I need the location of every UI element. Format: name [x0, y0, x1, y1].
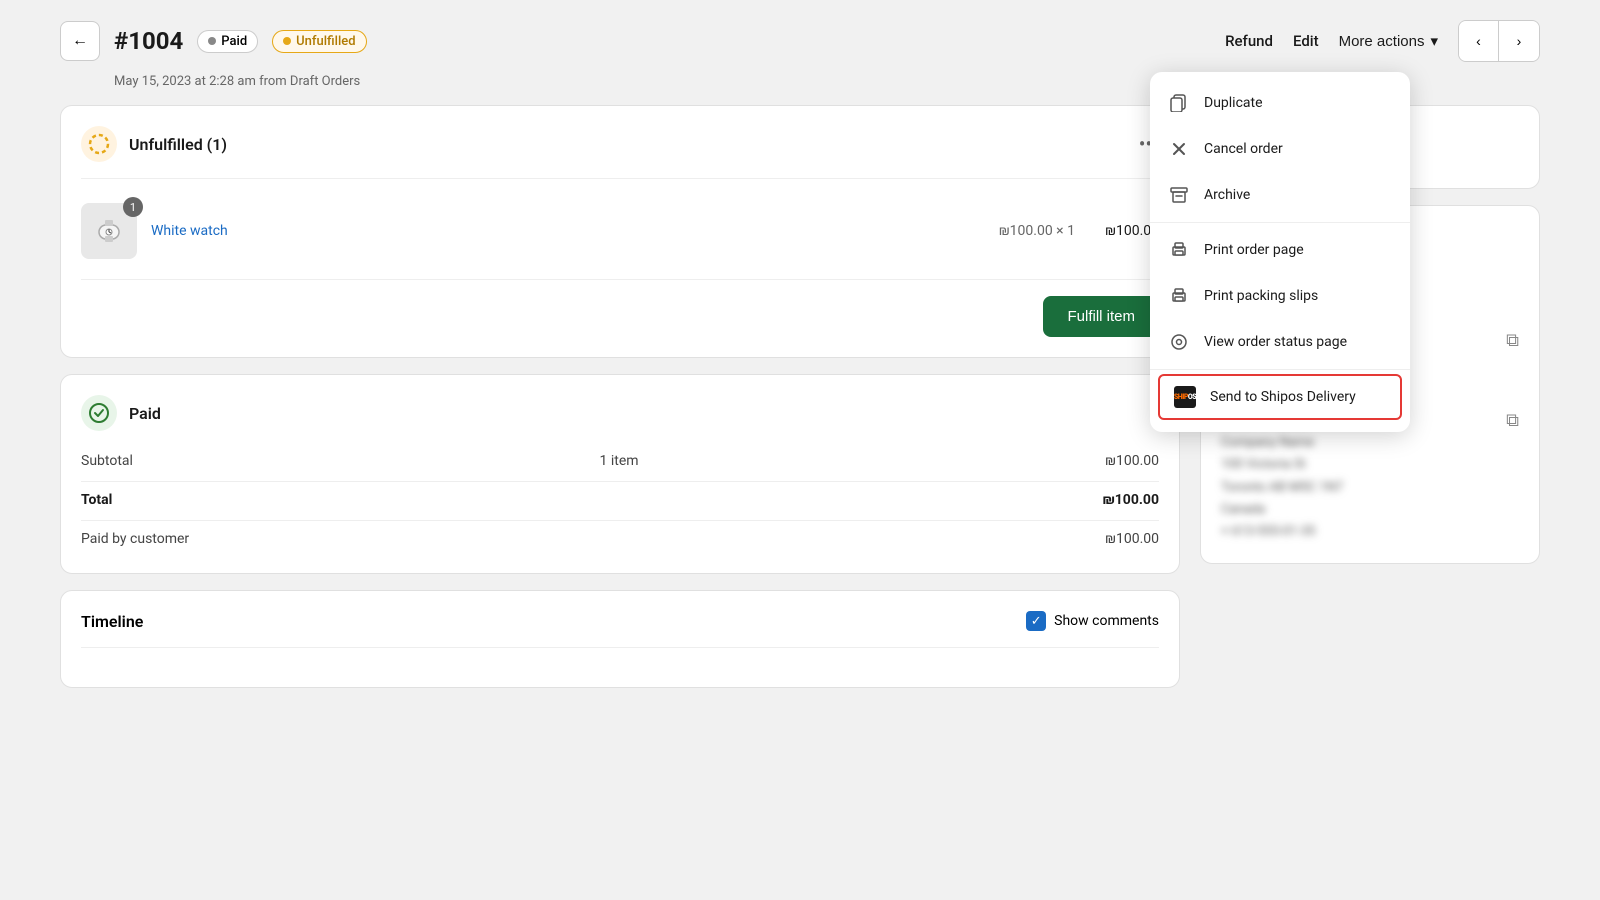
- shipping-line2: Company Name: [1221, 432, 1343, 454]
- unfulfilled-badge: Unfulfilled: [272, 30, 366, 53]
- next-order-button[interactable]: ›: [1499, 21, 1539, 61]
- prev-order-button[interactable]: ‹: [1459, 21, 1499, 61]
- product-total: ₪100.00: [1089, 223, 1159, 239]
- shipping-line5: Canada: [1221, 499, 1343, 521]
- unfulfilled-dot: [283, 37, 291, 45]
- archive-label: Archive: [1204, 187, 1250, 203]
- cancel-order-action[interactable]: Cancel order: [1150, 126, 1410, 172]
- show-comments-label: Show comments: [1054, 613, 1159, 629]
- shipos-logo-icon: SHIPOS: [1174, 386, 1196, 408]
- unfulfilled-icon: [81, 126, 117, 162]
- print-order-label: Print order page: [1204, 242, 1304, 258]
- shipos-delivery-action[interactable]: SHIPOS Send to Shipos Delivery: [1158, 374, 1402, 420]
- edit-button[interactable]: Edit: [1293, 32, 1319, 50]
- back-button[interactable]: ←: [60, 21, 100, 61]
- show-comments-toggle[interactable]: ✓ Show comments: [1026, 611, 1159, 631]
- paid-title: Paid: [129, 404, 161, 423]
- payment-details: Subtotal 1 item ₪100.00 Total ₪100.00 Pa…: [81, 447, 1159, 553]
- archive-action[interactable]: Archive: [1150, 172, 1410, 218]
- duplicate-icon: [1168, 92, 1190, 114]
- print-packing-label: Print packing slips: [1204, 288, 1318, 304]
- print-order-icon: [1168, 239, 1190, 261]
- page-header: ← #1004 Paid Unfulfilled Refund Edit Mor…: [60, 0, 1540, 72]
- product-row: 1 White watch ₪100.00 × 1 ₪100.00: [81, 191, 1159, 271]
- unfulfilled-card: Unfulfilled (1) •••: [60, 105, 1180, 358]
- paid-dot: [208, 37, 216, 45]
- unfulfilled-title: Unfulfilled (1): [129, 135, 227, 154]
- view-status-label: View order status page: [1204, 334, 1347, 350]
- view-status-action[interactable]: View order status page: [1150, 319, 1410, 365]
- fulfill-item-button[interactable]: Fulfill item: [1043, 296, 1159, 337]
- print-packing-icon: [1168, 285, 1190, 307]
- paid-badge: Paid: [197, 30, 258, 53]
- cancel-icon: [1168, 138, 1190, 160]
- fulfill-row: Fulfill item: [81, 279, 1159, 337]
- copy-shipping-icon[interactable]: ⧉: [1506, 410, 1519, 431]
- view-status-icon: [1168, 331, 1190, 353]
- timeline-header: Timeline ✓ Show comments: [81, 611, 1159, 631]
- payment-card: Paid Subtotal 1 item ₪100.00 Total ₪100.…: [60, 374, 1180, 574]
- product-quantity-badge: 1: [123, 197, 143, 217]
- timeline-section: Timeline ✓ Show comments: [60, 590, 1180, 688]
- print-order-action[interactable]: Print order page: [1150, 227, 1410, 273]
- shipping-line4: Toronto AB M5C 1N7: [1221, 477, 1343, 499]
- copy-contact-icon[interactable]: ⧉: [1506, 330, 1519, 351]
- cancel-order-label: Cancel order: [1204, 141, 1283, 157]
- more-actions-dropdown: Duplicate Cancel order Archive: [1150, 72, 1410, 432]
- shipos-delivery-label: Send to Shipos Delivery: [1210, 389, 1356, 405]
- shipping-line6: + 613-555-01-35: [1221, 521, 1343, 543]
- timeline-title: Timeline: [81, 612, 143, 631]
- print-packing-action[interactable]: Print packing slips: [1150, 273, 1410, 319]
- paid-check-icon: [81, 395, 117, 431]
- product-image-wrap: 1: [81, 203, 137, 259]
- header-actions: Refund Edit More actions ▾ ‹ ›: [1225, 20, 1540, 62]
- paid-by-row: Paid by customer ₪100.00: [81, 520, 1159, 553]
- unfulfilled-card-header: Unfulfilled (1) •••: [81, 126, 1159, 162]
- left-column: Unfulfilled (1) •••: [60, 105, 1180, 900]
- dropdown-divider2: [1150, 369, 1410, 370]
- archive-icon: [1168, 184, 1190, 206]
- shipping-line3: 100 Victoria St: [1221, 454, 1343, 476]
- more-actions-button[interactable]: More actions ▾: [1339, 32, 1438, 50]
- payment-card-header: Paid: [81, 395, 1159, 431]
- duplicate-action[interactable]: Duplicate: [1150, 80, 1410, 126]
- total-row: Total ₪100.00: [81, 481, 1159, 514]
- order-number: #1004: [114, 27, 183, 55]
- refund-button[interactable]: Refund: [1225, 32, 1273, 50]
- show-comments-checkbox[interactable]: ✓: [1026, 611, 1046, 631]
- chevron-down-icon: ▾: [1430, 32, 1438, 50]
- navigation-arrows: ‹ ›: [1458, 20, 1540, 62]
- product-price: ₪100.00 × 1: [999, 223, 1075, 239]
- dropdown-divider1: [1150, 222, 1410, 223]
- duplicate-label: Duplicate: [1204, 95, 1263, 111]
- product-name-link[interactable]: White watch: [151, 223, 228, 239]
- subtotal-row: Subtotal 1 item ₪100.00: [81, 447, 1159, 475]
